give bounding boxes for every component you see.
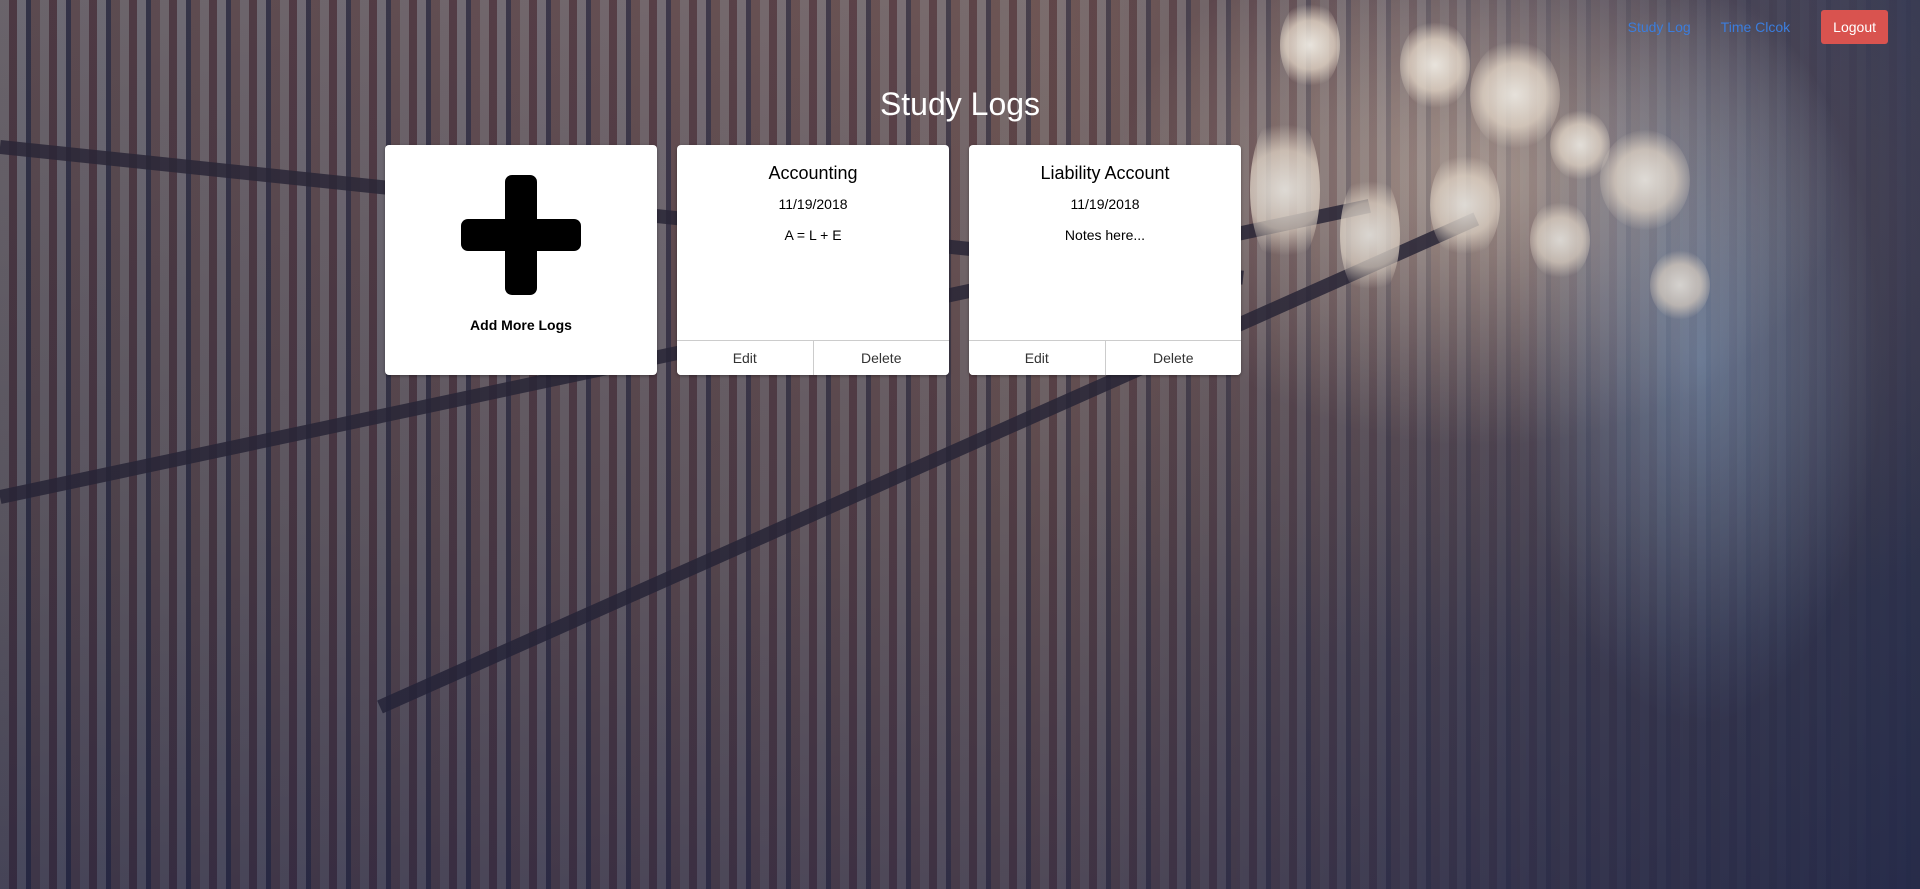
- log-card-title: Liability Account: [1040, 163, 1170, 183]
- edit-button[interactable]: Edit: [969, 341, 1106, 375]
- log-card-notes: A = L + E: [784, 227, 842, 243]
- log-card-actions: Edit Delete: [969, 340, 1241, 375]
- delete-button[interactable]: Delete: [813, 341, 949, 375]
- delete-button[interactable]: Delete: [1105, 341, 1241, 375]
- edit-button[interactable]: Edit: [677, 341, 814, 375]
- log-card: Liability Account 11/19/2018 Notes here.…: [969, 145, 1241, 375]
- library-background: [0, 0, 1920, 889]
- log-card-notes: Notes here...: [1064, 227, 1146, 243]
- plus-icon: [461, 175, 581, 295]
- top-nav: Study Log Time Clcok Logout: [1613, 10, 1888, 44]
- background-shade: [0, 0, 1920, 889]
- log-card-list: Add More Logs Accounting 11/19/2018 A = …: [385, 145, 1241, 375]
- logout-button[interactable]: Logout: [1821, 10, 1888, 44]
- add-log-label: Add More Logs: [470, 317, 572, 333]
- nav-link-study-log[interactable]: Study Log: [1613, 11, 1706, 43]
- page-title: Study Logs: [879, 86, 1041, 122]
- log-card-actions: Edit Delete: [677, 340, 949, 375]
- log-card: Accounting 11/19/2018 A = L + E Edit Del…: [677, 145, 949, 375]
- log-card-date: 11/19/2018: [778, 196, 848, 212]
- add-log-card[interactable]: Add More Logs: [385, 145, 657, 375]
- nav-link-time-clock[interactable]: Time Clcok: [1706, 11, 1806, 43]
- log-card-title: Accounting: [768, 163, 858, 183]
- log-card-date: 11/19/2018: [1070, 196, 1140, 212]
